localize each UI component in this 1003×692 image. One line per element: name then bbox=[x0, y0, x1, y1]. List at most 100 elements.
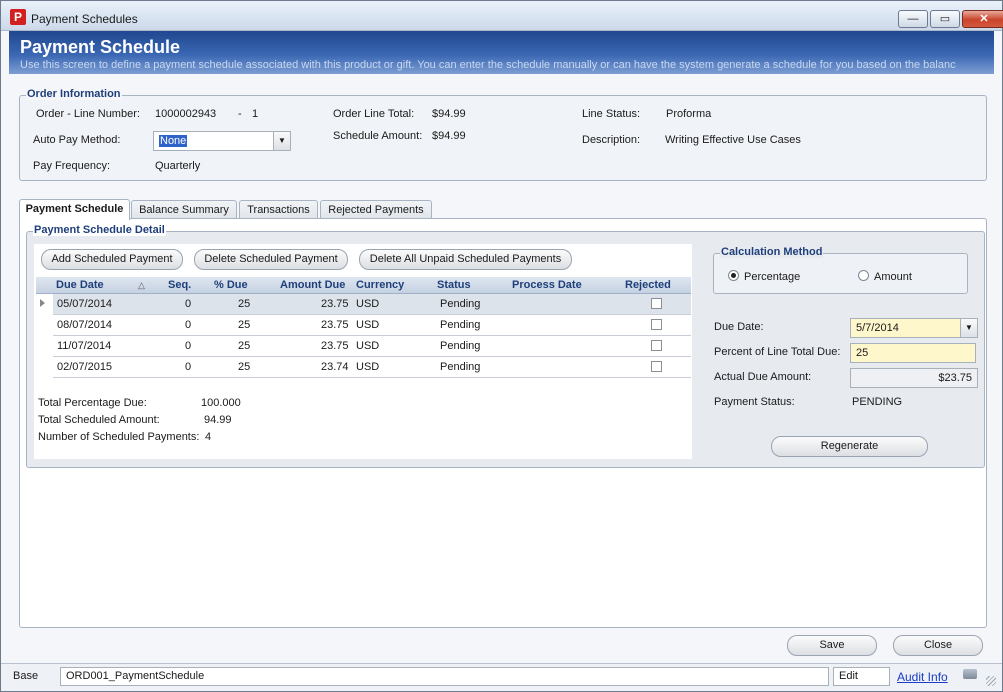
pay-frequency-label: Pay Frequency: bbox=[33, 160, 111, 172]
delete-scheduled-payment-button[interactable]: Delete Scheduled Payment bbox=[194, 249, 348, 270]
line-number: 1 bbox=[252, 108, 259, 120]
app-icon: P bbox=[10, 9, 26, 25]
sort-asc-icon: △ bbox=[138, 280, 145, 290]
col-status[interactable]: Status bbox=[437, 279, 471, 291]
line-total-value: $94.99 bbox=[432, 108, 466, 120]
rejected-checkbox[interactable] bbox=[651, 298, 662, 309]
calendar-dropdown-icon[interactable]: ▼ bbox=[960, 319, 977, 337]
col-rejected[interactable]: Rejected bbox=[625, 279, 671, 291]
cell-currency: USD bbox=[356, 298, 380, 310]
total-scheduled-label: Total Scheduled Amount: bbox=[38, 414, 160, 426]
cell-pct: 25 bbox=[238, 298, 251, 310]
page-banner: Payment Schedule Use this screen to defi… bbox=[9, 31, 994, 74]
col-pct-due[interactable]: % Due bbox=[214, 279, 248, 291]
cell-status: Pending bbox=[440, 361, 481, 373]
description-label: Description: bbox=[582, 134, 641, 146]
table-row[interactable]: 05/07/2014 0 25 23.75 USD Pending bbox=[53, 294, 691, 315]
title-bar: P Payment Schedules — ▭ ✕ bbox=[1, 1, 1003, 31]
rejected-checkbox[interactable] bbox=[651, 319, 662, 330]
grid-header: Due Date △ Seq. % Due Amount Due Currenc… bbox=[36, 277, 691, 294]
maximize-button[interactable]: ▭ bbox=[930, 10, 960, 28]
actual-due-label: Actual Due Amount: bbox=[714, 371, 812, 383]
cell-currency: USD bbox=[356, 340, 380, 352]
percent-due-input[interactable]: 25 bbox=[850, 343, 976, 363]
amount-radio[interactable] bbox=[858, 270, 869, 281]
num-payments-label: Number of Scheduled Payments: bbox=[38, 431, 200, 443]
status-form-name: ORD001_PaymentSchedule bbox=[60, 667, 829, 686]
cell-amount: 23.74 bbox=[321, 361, 349, 373]
table-row[interactable]: 08/07/2014 0 25 23.75 USD Pending bbox=[53, 315, 691, 336]
cell-due-date: 05/07/2014 bbox=[57, 298, 113, 310]
rejected-checkbox[interactable] bbox=[651, 340, 662, 351]
cell-amount: 23.75 bbox=[321, 319, 349, 331]
status-base: Base bbox=[13, 670, 39, 682]
table-row[interactable]: 02/07/2015 0 25 23.74 USD Pending bbox=[53, 357, 691, 378]
cell-status: Pending bbox=[440, 340, 481, 352]
minimize-button[interactable]: — bbox=[898, 10, 928, 28]
col-currency[interactable]: Currency bbox=[356, 279, 404, 291]
total-percentage-value: 100.000 bbox=[201, 397, 241, 409]
regenerate-button[interactable]: Regenerate bbox=[771, 436, 928, 457]
cell-pct: 25 bbox=[238, 319, 251, 331]
percentage-radio[interactable] bbox=[728, 270, 739, 281]
close-button[interactable]: Close bbox=[893, 635, 983, 656]
cell-due-date: 02/07/2015 bbox=[57, 361, 113, 373]
col-amount-due[interactable]: Amount Due bbox=[280, 279, 345, 291]
close-window-button[interactable]: ✕ bbox=[962, 10, 1003, 28]
cell-pct: 25 bbox=[238, 340, 251, 352]
cell-amount: 23.75 bbox=[321, 340, 349, 352]
order-number: 1000002943 bbox=[155, 108, 217, 120]
tab-balance-summary[interactable]: Balance Summary bbox=[131, 200, 237, 219]
actual-due-field: $23.75 bbox=[850, 368, 978, 388]
cell-due-date: 08/07/2014 bbox=[57, 319, 113, 331]
page-title: Payment Schedule bbox=[20, 37, 181, 57]
col-process-date[interactable]: Process Date bbox=[512, 279, 582, 291]
num-payments-value: 4 bbox=[205, 431, 212, 443]
due-date-field[interactable]: 5/7/2014 ▼ bbox=[850, 318, 978, 338]
cell-currency: USD bbox=[356, 361, 380, 373]
cell-seq: 0 bbox=[185, 340, 192, 352]
payment-status-label: Payment Status: bbox=[714, 396, 795, 408]
cell-currency: USD bbox=[356, 319, 380, 331]
cell-amount: 23.75 bbox=[321, 298, 349, 310]
auto-pay-value: None bbox=[159, 135, 188, 147]
due-date-value: 5/7/2014 bbox=[856, 322, 899, 334]
cell-pct: 25 bbox=[238, 361, 251, 373]
line-total-label: Order Line Total: bbox=[333, 108, 415, 120]
col-seq[interactable]: Seq. bbox=[168, 279, 191, 291]
cell-status: Pending bbox=[440, 319, 481, 331]
order-dash: - bbox=[238, 108, 242, 120]
audit-info-link[interactable]: Audit Info bbox=[897, 670, 948, 684]
tab-payment-schedule[interactable]: Payment Schedule bbox=[19, 199, 130, 220]
chevron-down-icon[interactable]: ▼ bbox=[273, 132, 290, 150]
delete-all-unpaid-button[interactable]: Delete All Unpaid Scheduled Payments bbox=[359, 249, 572, 270]
tab-rejected-payments[interactable]: Rejected Payments bbox=[320, 200, 432, 219]
cell-seq: 0 bbox=[185, 298, 192, 310]
due-date-label: Due Date: bbox=[714, 321, 764, 333]
percentage-label: Percentage bbox=[744, 271, 801, 283]
schedule-amount-label: Schedule Amount: bbox=[333, 130, 423, 142]
cell-status: Pending bbox=[440, 298, 481, 310]
line-status-label: Line Status: bbox=[582, 108, 641, 120]
col-due-date[interactable]: Due Date bbox=[56, 279, 104, 291]
window-title: Payment Schedules bbox=[31, 12, 138, 26]
window: P Payment Schedules — ▭ ✕ Payment Schedu… bbox=[0, 0, 1003, 692]
percent-due-label: Percent of Line Total Due: bbox=[714, 346, 841, 358]
save-button[interactable]: Save bbox=[787, 635, 877, 656]
total-percentage-label: Total Percentage Due: bbox=[38, 397, 147, 409]
row-selector-icon bbox=[40, 299, 45, 307]
table-row[interactable]: 11/07/2014 0 25 23.75 USD Pending bbox=[53, 336, 691, 357]
status-mode: Edit bbox=[833, 667, 890, 686]
order-line-label: Order - Line Number: bbox=[36, 108, 140, 120]
auto-pay-select[interactable]: None ▼ bbox=[153, 131, 291, 151]
rejected-checkbox[interactable] bbox=[651, 361, 662, 372]
tab-transactions[interactable]: Transactions bbox=[239, 200, 318, 219]
auto-pay-label: Auto Pay Method: bbox=[33, 134, 121, 146]
printer-icon[interactable] bbox=[963, 669, 977, 679]
amount-label: Amount bbox=[874, 271, 912, 283]
add-scheduled-payment-button[interactable]: Add Scheduled Payment bbox=[41, 249, 183, 270]
line-status-value: Proforma bbox=[666, 108, 712, 120]
cell-due-date: 11/07/2014 bbox=[57, 340, 112, 352]
pay-frequency-value: Quarterly bbox=[155, 160, 201, 172]
resize-grip-icon[interactable] bbox=[986, 676, 996, 686]
